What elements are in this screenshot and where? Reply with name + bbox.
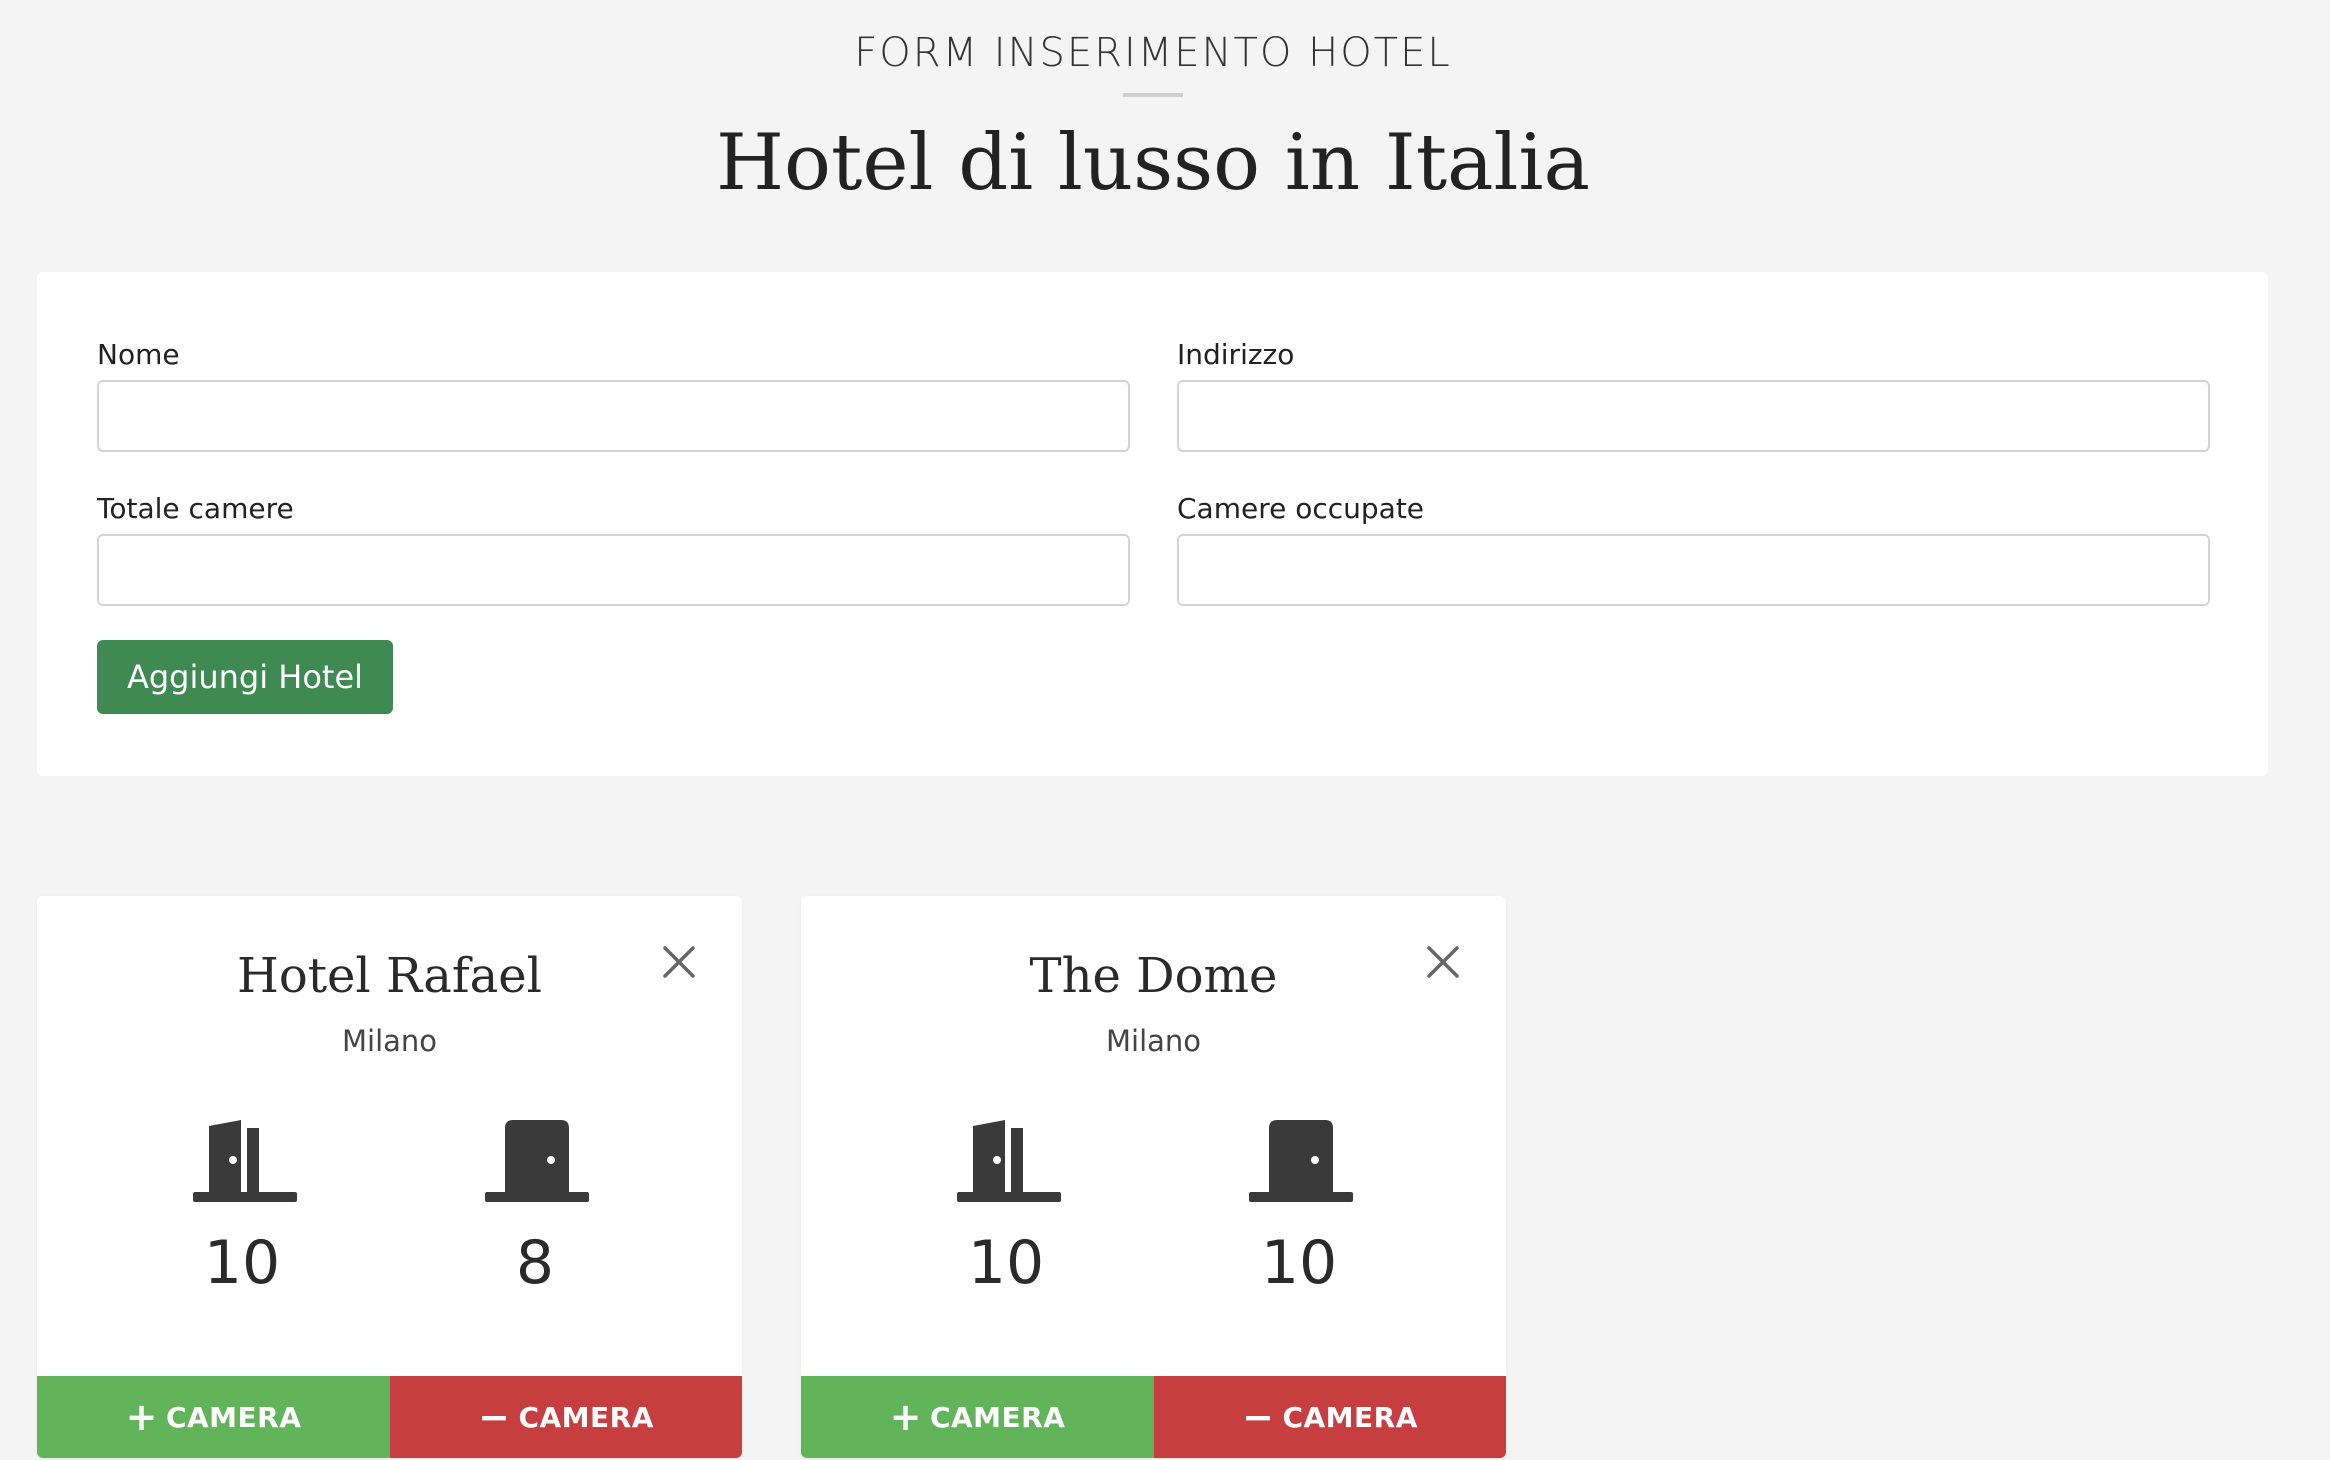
add-room-label: CAMERA (929, 1400, 1066, 1434)
plus-icon: + (125, 1395, 158, 1439)
remove-room-label: CAMERA (1282, 1400, 1418, 1434)
add-room-button[interactable]: + CAMERA (37, 1376, 390, 1458)
page-title: Hotel di lusso in Italia (716, 118, 1590, 208)
remove-room-button[interactable]: − CAMERA (390, 1376, 742, 1458)
name-label: Nome (97, 338, 180, 371)
name-input[interactable] (97, 380, 1130, 452)
minus-icon: − (1242, 1395, 1275, 1439)
plus-icon: + (889, 1395, 922, 1439)
close-icon[interactable] (1419, 938, 1467, 986)
occupied-rooms-value: 8 (515, 1228, 555, 1298)
total-rooms-label: Totale camere (97, 492, 294, 525)
hotel-name: The Dome (1029, 948, 1278, 1004)
add-room-label: CAMERA (165, 1400, 302, 1434)
hotel-card: The Dome Milano 10 10 + CAMERA − CAMERA (801, 896, 1506, 1458)
add-room-button[interactable]: + CAMERA (801, 1376, 1154, 1458)
occupied-rooms-label: Camere occupate (1177, 492, 1425, 525)
total-rooms-input[interactable] (97, 534, 1130, 606)
hotel-form: Nome Indirizzo Totale camere Camere occu… (37, 272, 2268, 776)
door-open-icon (193, 1120, 297, 1202)
total-rooms-value: 10 (967, 1228, 1045, 1298)
occupied-rooms-value: 10 (1260, 1228, 1338, 1298)
door-open-icon (957, 1120, 1061, 1202)
remove-room-label: CAMERA (518, 1400, 654, 1434)
door-closed-icon (485, 1120, 589, 1202)
address-label: Indirizzo (1177, 338, 1295, 371)
remove-room-button[interactable]: − CAMERA (1154, 1376, 1506, 1458)
close-icon[interactable] (655, 938, 703, 986)
hotel-name: Hotel Rafael (236, 948, 543, 1004)
add-hotel-button[interactable]: Aggiungi Hotel (97, 640, 393, 714)
minus-icon: − (478, 1395, 511, 1439)
door-closed-icon (1249, 1120, 1353, 1202)
occupied-rooms-input[interactable] (1177, 534, 2210, 606)
total-rooms-value: 10 (203, 1228, 281, 1298)
hotel-card: Hotel Rafael Milano 10 8 + CAMERA − CAME… (37, 896, 742, 1458)
address-input[interactable] (1177, 380, 2210, 452)
hotel-city: Milano (341, 1024, 438, 1058)
eyebrow-divider (1123, 93, 1183, 97)
form-eyebrow: FORM INSERIMENTO HOTEL (854, 30, 1452, 76)
page: FORM INSERIMENTO HOTEL Hotel di lusso in… (0, 0, 2330, 1460)
hotel-city: Milano (1105, 1024, 1202, 1058)
